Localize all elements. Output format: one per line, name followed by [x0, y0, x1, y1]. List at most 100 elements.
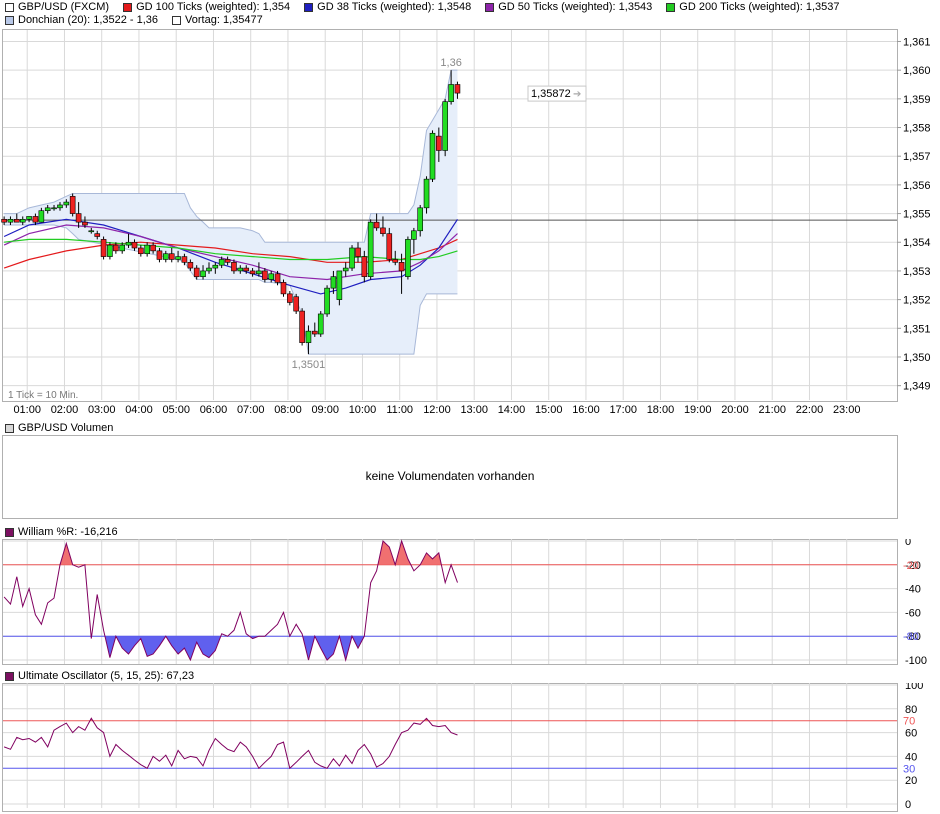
candle-body — [187, 262, 194, 269]
ultimate-chart: 100 80 60 40 20 0 70 30 — [2, 683, 923, 812]
x-tick-label: 23:00 — [833, 404, 861, 416]
y-tick-label: 1,353 — [903, 266, 931, 278]
candle-body — [150, 244, 156, 252]
legend-label-gd100: GD 100 Ticks (weighted): 1,354 — [136, 1, 291, 13]
y-tick-label: 1,355 — [903, 209, 931, 221]
candle-body — [411, 230, 417, 240]
main-legend: GBP/USD (FXCM) GD 100 Ticks (weighted): … — [5, 0, 854, 14]
upper-level-label: 70 — [903, 716, 915, 728]
candle-body — [38, 210, 45, 223]
last-price-label: 1,35872 — [531, 88, 571, 100]
lower-level-label: 30 — [903, 763, 915, 775]
candle-body — [330, 276, 337, 289]
x-tick-label: 13:00 — [460, 404, 488, 416]
osc-tick-label: -60 — [905, 607, 921, 619]
volume-legend: GBP/USD Volumen — [5, 421, 127, 435]
candle-body — [144, 244, 150, 255]
legend-label-donchian: Donchian (20): 1,3522 - 1,36 — [18, 14, 159, 26]
legend-item-gd50: GD 50 Ticks (weighted): 1,3543 — [485, 1, 652, 13]
x-tick-label: 11:00 — [386, 404, 413, 416]
legend-item-ultimate: Ultimate Oscillator (5, 15, 25): 67,23 — [5, 670, 194, 682]
y-tick-label: 1,354 — [903, 237, 931, 249]
x-tick-label: 03:00 — [88, 404, 116, 416]
x-tick-label: 02:00 — [51, 404, 79, 416]
candle-body — [293, 296, 299, 312]
candle-body — [7, 219, 14, 223]
x-tick-label: 15:00 — [535, 404, 563, 416]
no-volume-message: keine Volumendaten vorhanden — [365, 469, 535, 483]
lower-level-label: -80 — [903, 631, 919, 643]
candle-body — [224, 259, 231, 263]
ultimate-plot-frame — [2, 683, 898, 812]
candle-body — [131, 241, 138, 249]
candle-body — [113, 244, 119, 252]
candle-body — [44, 207, 51, 211]
candle-body — [287, 293, 293, 303]
y-tick-label: 1,361 — [903, 36, 931, 48]
x-tick-label: 17:00 — [609, 404, 637, 416]
osc-tick-label: 80 — [905, 704, 917, 716]
legend-swatch — [123, 2, 133, 12]
candle-body — [107, 244, 113, 257]
legend-label-williams: William %R: -16,216 — [18, 526, 118, 538]
upper-level-label: -20 — [903, 560, 919, 572]
osc-tick-label: -40 — [905, 584, 921, 596]
candle-body — [69, 196, 76, 214]
osc-tick-label: 20 — [905, 775, 917, 787]
legend-swatch — [5, 671, 14, 681]
x-tick-label: 06:00 — [200, 404, 228, 416]
osc-tick-label: -100 — [905, 655, 927, 666]
candle-body — [237, 267, 244, 272]
ultimate-legend: Ultimate Oscillator (5, 15, 25): 67,23 — [5, 669, 208, 683]
williams-chart: 0-20-40-60-80-100-20-80 — [2, 539, 927, 666]
x-tick-label: 16:00 — [572, 404, 600, 416]
candle-body — [256, 270, 262, 275]
y-tick-label: 1,349 — [903, 381, 931, 393]
x-tick-label: 14:00 — [498, 404, 526, 416]
candle-body — [51, 207, 57, 210]
y-tick-label: 1,352 — [903, 295, 931, 307]
y-tick-label: 1,351 — [903, 323, 931, 335]
candle-body — [274, 273, 281, 283]
y-tick-label: 1,360 — [903, 65, 931, 77]
legend-label-ultimate: Ultimate Oscillator (5, 15, 25): 67,23 — [18, 670, 195, 682]
legend-label-volume: GBP/USD Volumen — [18, 422, 114, 434]
candle-body — [398, 262, 405, 272]
candle-body — [26, 216, 32, 220]
candle-body — [268, 273, 275, 280]
candle-body — [119, 244, 125, 252]
osc-tick-label: 60 — [905, 728, 917, 740]
legend-swatch — [172, 15, 182, 25]
candle-body — [299, 310, 305, 343]
x-tick-label: 05:00 — [162, 404, 190, 416]
ultimate-axes: 100 80 60 40 20 0 70 30 — [903, 683, 923, 811]
x-tick-label: 10:00 — [349, 404, 377, 416]
y-tick-label: 1,358 — [903, 123, 931, 135]
candle-body — [280, 282, 287, 295]
candle-body — [231, 262, 237, 272]
williams-plot-frame — [2, 539, 898, 665]
x-tick-label: 20:00 — [721, 404, 749, 416]
candle-body — [442, 101, 448, 151]
x-tick-label: 19:00 — [684, 404, 712, 416]
candle-body — [423, 178, 430, 209]
legend-swatch — [5, 423, 14, 433]
legend-item-gd100: GD 100 Ticks (weighted): 1,354 — [123, 1, 290, 13]
legend-swatch — [304, 2, 314, 12]
osc-tick-label: 100 — [905, 683, 923, 692]
main-legend-row2: Donchian (20): 1,3522 - 1,36 Vortag: 1,3… — [5, 13, 277, 27]
x-tick-label: 08:00 — [274, 404, 302, 416]
candle-body — [32, 216, 39, 223]
candle-body — [373, 221, 380, 229]
candle-body — [181, 256, 188, 263]
candle-body — [168, 253, 175, 260]
legend-swatch — [5, 2, 14, 12]
candle-body — [13, 219, 20, 223]
candle-body — [311, 330, 318, 335]
legend-item-volume: GBP/USD Volumen — [5, 422, 113, 434]
y-tick-label: 1,350 — [903, 352, 931, 364]
tick-note: 1 Tick = 10 Min. — [8, 390, 78, 401]
candle-body — [349, 247, 355, 269]
candle-body — [193, 267, 200, 277]
candle-body — [386, 233, 393, 260]
